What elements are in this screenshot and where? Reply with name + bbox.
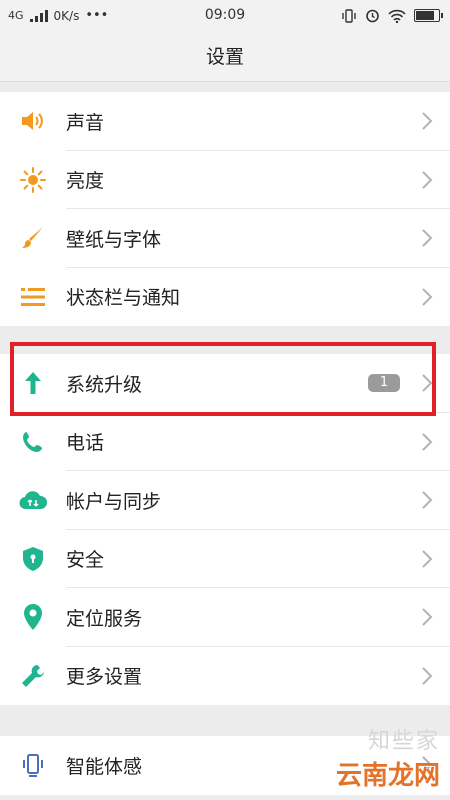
settings-item-label: 壁纸与字体 xyxy=(66,228,162,251)
settings-group-display: 声音 亮度 壁纸与字体 状态栏与通知 xyxy=(0,92,450,326)
brightness-icon xyxy=(18,165,48,195)
settings-item-label: 亮度 xyxy=(66,170,105,193)
chevron-right-icon xyxy=(422,171,433,189)
settings-item-label: 状态栏与通知 xyxy=(66,287,181,310)
chevron-right-icon xyxy=(422,491,433,509)
settings-item-label: 更多设置 xyxy=(66,666,143,689)
watermark-main-text: 云南龙网 xyxy=(335,761,440,791)
settings-group-system: 系统升级 1 电话 帐户与同步 安全 定位服务 更多设置 xyxy=(0,354,450,705)
chevron-right-icon xyxy=(422,288,433,306)
settings-item-sound[interactable]: 声音 xyxy=(0,92,450,151)
chevron-right-icon xyxy=(422,608,433,626)
status-bar: 4G 0K/s ••• 09:09 xyxy=(0,0,450,32)
chevron-right-icon xyxy=(422,667,433,685)
status-right xyxy=(341,8,443,23)
wrench-icon xyxy=(18,661,48,691)
arrow-up-icon xyxy=(18,368,48,398)
settings-item-label: 安全 xyxy=(66,549,105,572)
alarm-icon xyxy=(366,9,379,23)
chevron-right-icon xyxy=(422,374,433,392)
wifi-icon xyxy=(388,9,406,23)
update-count-badge: 1 xyxy=(368,374,400,393)
chevron-right-icon xyxy=(422,112,433,130)
chevron-right-icon xyxy=(422,229,433,247)
settings-item-security[interactable]: 安全 xyxy=(0,530,450,588)
phone-motion-icon xyxy=(18,750,48,780)
chevron-right-icon xyxy=(422,433,433,451)
page-title: 设置 xyxy=(0,32,450,82)
vibrate-icon xyxy=(342,8,356,23)
settings-item-label: 系统升级 xyxy=(66,373,143,396)
list-icon xyxy=(18,282,48,312)
speaker-icon xyxy=(18,106,48,136)
settings-item-phone[interactable]: 电话 xyxy=(0,413,450,471)
chevron-right-icon xyxy=(422,550,433,568)
settings-item-accounts-sync[interactable]: 帐户与同步 xyxy=(0,471,450,530)
cloud-sync-icon xyxy=(18,485,48,515)
settings-item-system-update[interactable]: 系统升级 1 xyxy=(0,354,450,413)
settings-item-label: 电话 xyxy=(66,432,105,455)
phone-icon xyxy=(18,427,48,457)
settings-item-label: 定位服务 xyxy=(66,607,143,630)
shield-icon xyxy=(18,544,48,574)
settings-item-location[interactable]: 定位服务 xyxy=(0,588,450,647)
battery-icon xyxy=(414,9,443,22)
settings-item-more-settings[interactable]: 更多设置 xyxy=(0,647,450,706)
settings-item-brightness[interactable]: 亮度 xyxy=(0,151,450,209)
settings-item-wallpaper-font[interactable]: 壁纸与字体 xyxy=(0,209,450,268)
watermark-top-text: 知些家 xyxy=(367,729,440,754)
watermark: 知些家 云南龙网 xyxy=(336,723,440,792)
location-pin-icon xyxy=(18,602,48,632)
settings-item-label: 声音 xyxy=(66,111,105,134)
settings-item-label: 智能体感 xyxy=(66,755,143,778)
brush-icon xyxy=(18,223,48,253)
settings-item-label: 帐户与同步 xyxy=(66,490,162,513)
settings-item-statusbar-notifications[interactable]: 状态栏与通知 xyxy=(0,268,450,327)
